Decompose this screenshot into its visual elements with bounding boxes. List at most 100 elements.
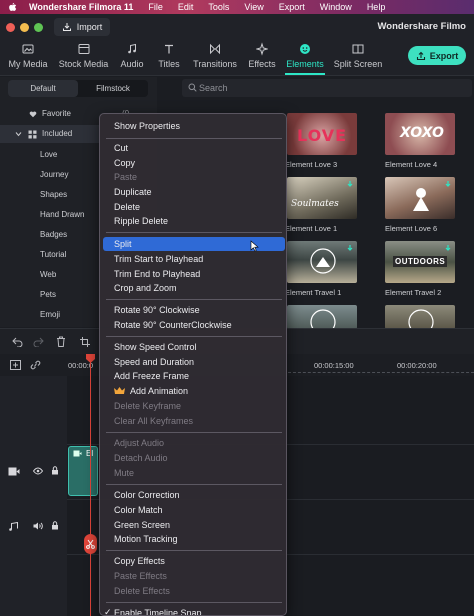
sidebar-item-label: Favorite: [42, 109, 71, 118]
menu-item-paste[interactable]: Paste: [114, 172, 137, 182]
tab-my-media[interactable]: My Media: [8, 42, 48, 69]
minimize-window-button[interactable]: [20, 23, 29, 32]
menu-item-copy-effects[interactable]: Copy Effects: [114, 556, 165, 566]
ruler-tick-label: 00:00:20:00: [397, 361, 437, 370]
export-button[interactable]: Export: [408, 46, 466, 65]
download-icon[interactable]: [444, 244, 452, 252]
menu-item-duplicate[interactable]: Duplicate: [114, 187, 152, 197]
thumbnail-label: Element Travel 2: [385, 288, 442, 297]
search-input[interactable]: Search: [182, 79, 472, 97]
thumbnail-label: Element Love 1: [285, 224, 338, 233]
menu-item-show-speed-control[interactable]: Show Speed Control: [114, 342, 197, 352]
menu-item-color-correction[interactable]: Color Correction: [114, 490, 180, 500]
stock-icon: [78, 44, 89, 54]
segment-filmstock[interactable]: Filmstock: [78, 80, 148, 97]
thumbnail-overlay-text: XOXO: [400, 125, 444, 141]
redo-icon[interactable]: [33, 337, 44, 347]
menu-item-trim-end[interactable]: Trim End to Playhead: [114, 269, 200, 279]
grid-icon: [28, 130, 37, 139]
undo-icon[interactable]: [12, 337, 23, 347]
ruler-ticks: [288, 372, 474, 373]
link-icon[interactable]: [30, 360, 41, 370]
video-track-icon: [8, 467, 20, 476]
tab-stock-media[interactable]: Stock Media: [57, 42, 110, 69]
menu-item-copy[interactable]: Copy: [114, 158, 135, 168]
tab-audio[interactable]: Audio: [119, 42, 145, 69]
speaker-icon[interactable]: [33, 522, 43, 530]
menu-help[interactable]: Help: [367, 2, 386, 12]
tab-label: Titles: [158, 59, 180, 69]
tab-effects[interactable]: Effects: [246, 42, 278, 69]
track-headers: [0, 376, 67, 616]
thumbnail-element-travel-1[interactable]: [287, 241, 357, 283]
segment-default[interactable]: Default: [8, 80, 78, 97]
thumbnail-element-partial-2[interactable]: [385, 305, 455, 329]
timeline-clip[interactable]: El: [68, 446, 98, 496]
favorite-icon: [29, 111, 37, 118]
menu-tools[interactable]: Tools: [208, 2, 229, 12]
mouse-cursor-icon: [250, 240, 259, 252]
trash-icon[interactable]: [56, 336, 66, 347]
add-track-icon[interactable]: [10, 360, 21, 370]
menu-item-mute[interactable]: Mute: [114, 468, 134, 478]
menu-file[interactable]: File: [148, 2, 163, 12]
download-icon[interactable]: [346, 244, 354, 252]
thumbnail-element-love-6[interactable]: [385, 177, 455, 219]
tab-split-screen[interactable]: Split Screen: [332, 42, 384, 69]
thumbnail-element-travel-2[interactable]: OUTDOORS: [385, 241, 455, 283]
sidebar-item-label: Shapes: [40, 190, 68, 199]
menu-item-green-screen[interactable]: Green Screen: [114, 520, 170, 530]
menu-item-color-match[interactable]: Color Match: [114, 505, 163, 515]
thumbnail-label: Element Love 6: [385, 224, 438, 233]
menu-edit[interactable]: Edit: [178, 2, 194, 12]
menu-item-delete-effects[interactable]: Delete Effects: [114, 586, 170, 596]
zoom-window-button[interactable]: [34, 23, 43, 32]
thumbnail-element-love-1[interactable]: Soulmates: [287, 177, 357, 219]
menu-window[interactable]: Window: [320, 2, 352, 12]
menu-item-delete-keyframe[interactable]: Delete Keyframe: [114, 401, 181, 411]
lock-icon[interactable]: [51, 466, 59, 475]
menu-item-show-properties[interactable]: Show Properties: [114, 121, 180, 131]
crop-icon[interactable]: [80, 337, 90, 347]
menu-item-cut[interactable]: Cut: [114, 143, 128, 153]
menu-item-crop-zoom[interactable]: Crop and Zoom: [114, 283, 177, 293]
travel-badge-icon: [408, 309, 434, 329]
menu-item-clear-keyframes[interactable]: Clear All Keyframes: [114, 416, 193, 426]
sidebar-item-label: Emoji: [40, 310, 61, 319]
menu-item-paste-effects[interactable]: Paste Effects: [114, 571, 167, 581]
thumbnail-element-love-3[interactable]: LOVE: [287, 113, 357, 155]
menu-item-adjust-audio[interactable]: Adjust Audio: [114, 438, 164, 448]
apple-icon[interactable]: [8, 2, 17, 12]
titles-icon: [165, 44, 173, 54]
eye-icon[interactable]: [33, 467, 43, 475]
menu-item-trim-start[interactable]: Trim Start to Playhead: [114, 254, 203, 264]
tab-elements[interactable]: Elements: [285, 42, 325, 75]
menu-item-add-animation[interactable]: Add Animation: [130, 386, 188, 396]
download-icon[interactable]: [444, 180, 452, 188]
thumbnail-element-partial-1[interactable]: [287, 305, 357, 329]
menu-item-split[interactable]: Split: [114, 239, 132, 249]
menu-item-speed-duration[interactable]: Speed and Duration: [114, 357, 194, 367]
menu-item-rotate-cw[interactable]: Rotate 90° Clockwise: [114, 305, 200, 315]
menu-item-ripple-delete[interactable]: Ripple Delete: [114, 216, 168, 226]
menu-export[interactable]: Export: [279, 2, 305, 12]
import-button[interactable]: Import: [54, 18, 110, 36]
menu-item-delete[interactable]: Delete: [114, 202, 140, 212]
thumbnail-element-love-4[interactable]: XOXO: [385, 113, 455, 155]
tab-titles[interactable]: Titles: [157, 42, 181, 69]
ruler-tick-label: 00:00:15:00: [314, 361, 354, 370]
close-window-button[interactable]: [6, 23, 15, 32]
menu-item-motion-tracking[interactable]: Motion Tracking: [114, 534, 178, 544]
chevron-down-icon[interactable]: [15, 131, 22, 137]
menu-view[interactable]: View: [244, 2, 263, 12]
download-icon[interactable]: [346, 180, 354, 188]
menu-item-detach-audio[interactable]: Detach Audio: [114, 453, 168, 463]
menu-item-rotate-ccw[interactable]: Rotate 90° CounterClockwise: [114, 320, 232, 330]
menu-app-name[interactable]: Wondershare Filmora 11: [29, 2, 133, 12]
menu-item-freeze-frame[interactable]: Add Freeze Frame: [114, 371, 189, 381]
tab-transitions[interactable]: Transitions: [192, 42, 238, 69]
split-marker[interactable]: [84, 534, 97, 554]
menu-item-enable-timeline-snap[interactable]: Enable Timeline Snap: [114, 608, 202, 615]
lock-icon[interactable]: [51, 521, 59, 530]
playhead-line: [90, 354, 91, 616]
